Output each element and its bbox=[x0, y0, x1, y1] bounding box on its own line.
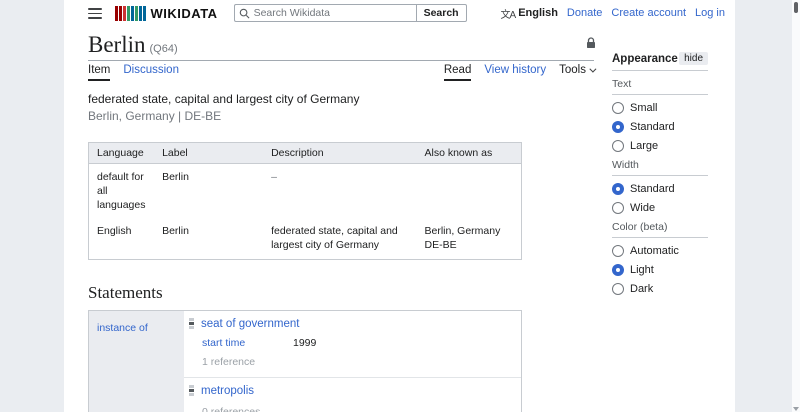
claims-column: seat of government start time 1999 1 ref… bbox=[184, 311, 521, 412]
appearance-section-width: Width bbox=[612, 159, 708, 176]
radio-width-wide[interactable]: Wide bbox=[612, 202, 708, 214]
cell-description: federated state, capital and largest cit… bbox=[271, 225, 398, 252]
appearance-section-text: Text bbox=[612, 78, 708, 95]
appearance-hide-button[interactable]: hide bbox=[679, 52, 708, 65]
radio-width-standard[interactable]: Standard bbox=[612, 183, 708, 195]
appearance-section-color: Color (beta) bbox=[612, 221, 708, 238]
cell-aliases: Berlin, Germany DE-BE bbox=[424, 225, 501, 252]
rank-selector-icon[interactable] bbox=[189, 385, 194, 397]
cell-label: Berlin bbox=[162, 225, 189, 238]
tab-item[interactable]: Item bbox=[88, 64, 111, 81]
col-header-language: Language bbox=[88, 142, 155, 164]
cell-language: English bbox=[97, 225, 132, 238]
log-in-link[interactable]: Log in bbox=[695, 7, 725, 19]
statements-heading: Statements bbox=[88, 282, 163, 302]
radio-color-dark[interactable]: Dark bbox=[612, 283, 708, 295]
wikidata-logo[interactable]: WIKIDATA bbox=[115, 5, 218, 21]
cell-language: default for all languages bbox=[97, 170, 146, 212]
radio-text-large[interactable]: Large bbox=[612, 140, 708, 152]
entity-description: federated state, capital and largest cit… bbox=[88, 92, 360, 106]
property-column: instance of bbox=[89, 310, 184, 412]
radio-icon[interactable] bbox=[612, 283, 624, 295]
radio-icon[interactable] bbox=[612, 140, 624, 152]
search-bar: Search bbox=[233, 4, 467, 22]
radio-icon-checked[interactable] bbox=[612, 264, 624, 276]
scrollbar-thumb[interactable] bbox=[794, 2, 798, 13]
hamburger-menu-icon[interactable] bbox=[88, 8, 102, 19]
statement: seat of government start time 1999 1 ref… bbox=[184, 311, 521, 377]
language-selector[interactable]: 文A English bbox=[501, 6, 558, 21]
statement-value-link[interactable]: metropolis bbox=[201, 385, 254, 397]
wikidata-logo-bars-icon bbox=[115, 5, 146, 21]
tab-tools[interactable]: Tools bbox=[559, 64, 597, 81]
user-links: 文A English Donate Create account Log in bbox=[501, 6, 725, 21]
create-account-link[interactable]: Create account bbox=[611, 7, 686, 19]
search-input[interactable] bbox=[253, 7, 412, 19]
statement-value-link[interactable]: seat of government bbox=[201, 318, 299, 330]
tab-row: Item Discussion Read View history Tools bbox=[88, 64, 597, 81]
radio-color-light[interactable]: Light bbox=[612, 264, 708, 276]
table-row: default for all languages Berlin – bbox=[89, 163, 522, 218]
cell-label: Berlin bbox=[162, 170, 189, 183]
language-label: English bbox=[518, 7, 558, 19]
property-link-instance-of[interactable]: instance of bbox=[97, 322, 148, 334]
page-title: Berlin bbox=[88, 32, 146, 57]
scrollbar[interactable] bbox=[792, 0, 800, 412]
tab-read[interactable]: Read bbox=[443, 64, 472, 81]
main-content: Berlin (Q64) Item Discussion Read View hi… bbox=[88, 32, 597, 412]
radio-text-small[interactable]: Small bbox=[612, 102, 708, 114]
lock-icon bbox=[587, 37, 595, 48]
donate-link[interactable]: Donate bbox=[567, 7, 602, 19]
table-row: English Berlin federated state, capital … bbox=[89, 218, 522, 259]
radio-icon-checked[interactable] bbox=[612, 183, 624, 195]
radio-icon[interactable] bbox=[612, 202, 624, 214]
radio-color-automatic[interactable]: Automatic bbox=[612, 245, 708, 257]
col-header-description: Description bbox=[263, 142, 417, 164]
cell-aliases bbox=[417, 163, 522, 218]
entity-id: (Q64) bbox=[149, 43, 178, 55]
statement-group: instance of seat of government start tim… bbox=[88, 309, 522, 412]
radio-text-standard[interactable]: Standard bbox=[612, 121, 708, 133]
tab-discussion[interactable]: Discussion bbox=[123, 64, 179, 81]
tabs-right: Read View history Tools bbox=[443, 64, 597, 81]
language-icon: 文A bbox=[500, 9, 517, 21]
entity-terms: federated state, capital and largest cit… bbox=[88, 91, 594, 126]
page-background: WIKIDATA Search 文A English Donate Create… bbox=[0, 0, 800, 412]
tabs-left: Item Discussion bbox=[88, 64, 179, 81]
references-toggle[interactable]: 0 references bbox=[184, 406, 521, 412]
qualifier-row: start time 1999 bbox=[184, 337, 521, 349]
cell-description: – bbox=[271, 170, 277, 183]
appearance-title: Appearance bbox=[612, 52, 678, 65]
qualifier-property-link[interactable]: start time bbox=[202, 337, 293, 349]
radio-icon[interactable] bbox=[612, 102, 624, 114]
chevron-down-icon bbox=[589, 65, 597, 73]
rank-selector-icon[interactable] bbox=[189, 318, 194, 330]
terms-table: Language Label Description Also known as… bbox=[88, 141, 522, 260]
col-header-also-known-as: Also known as bbox=[416, 142, 522, 164]
entity-aliases: Berlin, Germany | DE-BE bbox=[88, 109, 222, 124]
content-surface: WIKIDATA Search 文A English Donate Create… bbox=[64, 0, 735, 412]
statement: metropolis 0 references bbox=[184, 376, 521, 412]
radio-icon-checked[interactable] bbox=[612, 121, 624, 133]
appearance-panel: Appearance hide Text Small Standard Larg… bbox=[612, 52, 708, 295]
radio-icon[interactable] bbox=[612, 245, 624, 257]
wikidata-logo-text: WIKIDATA bbox=[150, 5, 218, 21]
tab-view-history[interactable]: View history bbox=[484, 64, 546, 81]
references-toggle[interactable]: 1 reference bbox=[184, 356, 521, 368]
search-box[interactable] bbox=[233, 4, 416, 22]
col-header-label: Label bbox=[154, 142, 264, 164]
top-bar: WIKIDATA Search 文A English Donate Create… bbox=[64, 0, 735, 26]
title-row: Berlin (Q64) bbox=[88, 32, 595, 61]
search-icon bbox=[239, 8, 250, 18]
scrollbar-arrow-icon[interactable] bbox=[793, 407, 799, 411]
search-button[interactable]: Search bbox=[415, 4, 467, 22]
terms-table-header-row: Language Label Description Also known as bbox=[88, 142, 522, 164]
qualifier-value: 1999 bbox=[293, 336, 317, 349]
